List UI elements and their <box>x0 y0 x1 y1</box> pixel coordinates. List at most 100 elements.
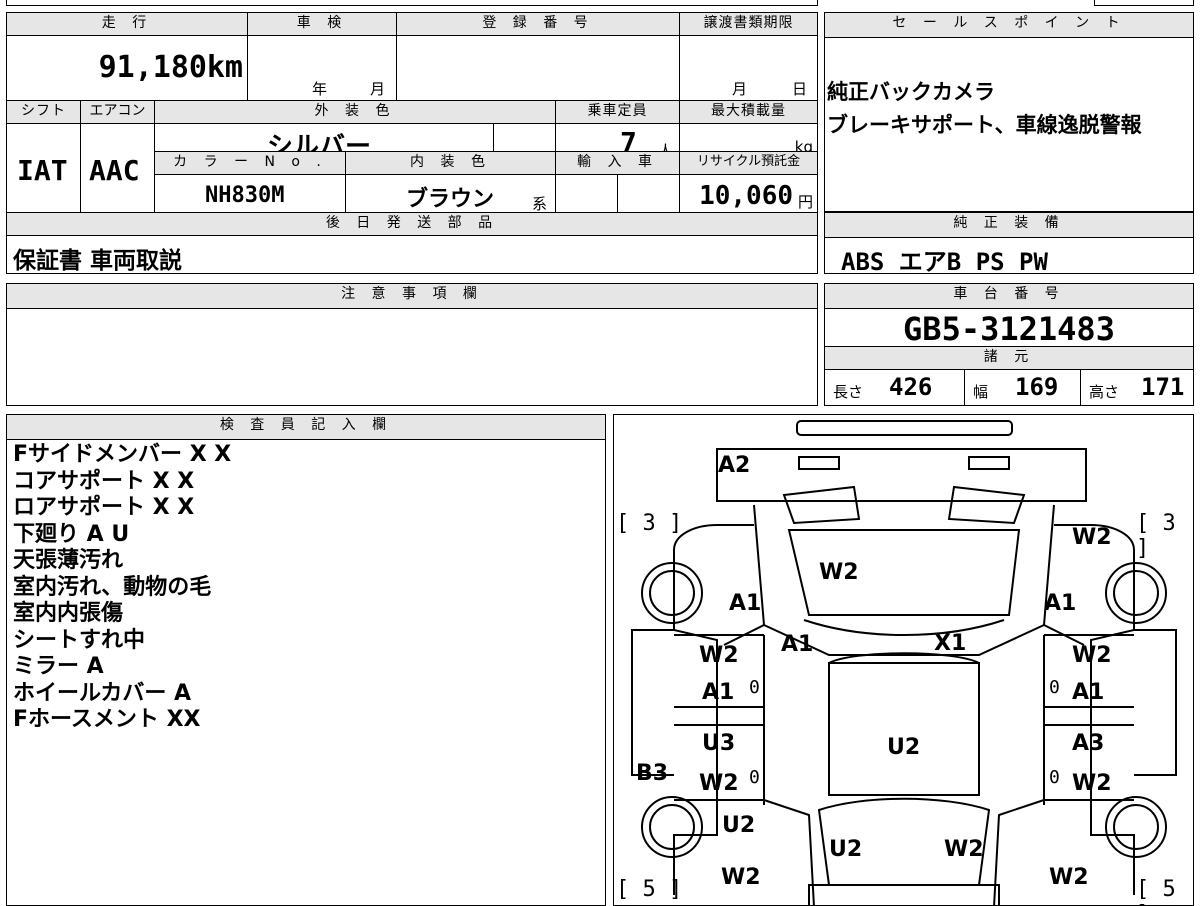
mark-a1-front-left: A1 <box>729 591 762 616</box>
remark-line: シートすれ中 <box>13 627 146 653</box>
top-strip <box>6 0 818 6</box>
recycle-header: リサイクル預託金 <box>679 151 818 175</box>
mark-w2-rear-door-left: W2 <box>699 771 739 796</box>
inspector-remarks: Fサイドメンバー X X コアサポート X X ロアサポート X X 下廻り A… <box>7 440 605 734</box>
color-no-cell: NH830M <box>154 174 346 213</box>
import-cell-b <box>617 174 680 213</box>
interior-suffix: 系 <box>532 195 548 213</box>
transfer-header: 譲渡書類期限 <box>679 12 818 36</box>
remark-line: 室内内張傷 <box>13 601 124 626</box>
bracket-bottom-left: [ 5 ] <box>616 877 683 902</box>
mark-zero: 0 <box>749 677 760 698</box>
mark-zero: 0 <box>749 767 760 788</box>
sales-point-header: セ ー ル ス ポ イ ン ト <box>825 13 1193 38</box>
remark-line: Fホースメント XX <box>13 707 201 732</box>
mark-a1-front-right: A1 <box>1044 591 1077 616</box>
mark-w2-hood: W2 <box>819 560 859 585</box>
recycle-unit: 円 <box>797 193 813 211</box>
inspection-year-unit: 年 <box>312 80 328 98</box>
mileage-unit: km <box>206 50 243 85</box>
mark-x1-cowl: X1 <box>934 631 967 656</box>
length-cell: 長さ 426 <box>825 369 965 405</box>
shift-cell: IAT <box>6 123 81 213</box>
sales-line: 純正バックカメラ <box>827 80 995 104</box>
mark-a1-front-door-right: A1 <box>1072 680 1105 705</box>
transfer-cell: 月 日 <box>679 35 818 101</box>
remark-line: ミラー A <box>13 654 104 679</box>
bracket-bottom-right: [ 5 ] <box>1136 877 1176 905</box>
width-cell: 幅 169 <box>965 369 1081 405</box>
equipment-panel: 純 正 装 備 ABS エアB PS PW <box>824 212 1194 276</box>
load-header: 最大積載量 <box>679 100 818 124</box>
chassis-header: 車 台 番 号 <box>825 284 1193 309</box>
recycle-cell: 10,060 円 <box>679 174 818 213</box>
mileage-value: 91,180 <box>98 50 207 85</box>
sales-point-panel: セ ー ル ス ポ イ ン ト 純正バックカメラ ブレーキサポート、車線逸脱警報 <box>824 12 1194 212</box>
registration-cell <box>396 35 680 101</box>
mark-w2-rear-right: W2 <box>1049 865 1089 890</box>
length-value: 426 <box>889 373 933 401</box>
width-value: 169 <box>1015 373 1059 401</box>
notes-panel: 注 意 事 項 欄 <box>6 283 818 406</box>
height-value: 171 <box>1141 373 1185 401</box>
remark-line: 天張薄汚れ <box>13 548 124 573</box>
mark-u2-rear-left: U2 <box>722 813 756 838</box>
inspection-cell: 年 月 <box>247 35 397 101</box>
chassis-number: GB5-3121483 <box>903 310 1115 348</box>
shift-header: シフト <box>6 100 81 124</box>
car-diagram-panel: A2 W2 A1 A1 A1 X1 W2 W2 A1 0 W2 0 A1 U3 … <box>613 414 1194 906</box>
mark-w2-front-right: W2 <box>1072 525 1112 550</box>
bracket-top-left: [ 3 ] <box>616 511 683 536</box>
ac-value: AAC <box>89 154 140 187</box>
later-parts-cell: 保証書 車両取説 <box>6 235 818 274</box>
ac-cell: AAC <box>80 123 155 213</box>
interior-cell: ブラウン 系 <box>345 174 556 213</box>
mark-w2-front-door-right: W2 <box>1072 643 1112 668</box>
registration-header: 登 録 番 号 <box>396 12 680 36</box>
recycle-value: 10,060 <box>699 181 793 211</box>
sales-point-body: 純正バックカメラ ブレーキサポート、車線逸脱警報 <box>825 38 1193 142</box>
mark-w2-rear-door-right: W2 <box>1072 771 1112 796</box>
mark-u3-rear-door-left: U3 <box>702 731 736 756</box>
inspection-month-unit: 月 <box>370 80 386 98</box>
notes-header: 注 意 事 項 欄 <box>7 284 817 309</box>
height-cell: 高さ 171 <box>1081 369 1193 405</box>
later-parts-header: 後 日 発 送 部 品 <box>6 212 818 236</box>
remark-line: ホイールカバー A <box>13 680 192 706</box>
height-label: 高さ <box>1089 383 1120 401</box>
top-strip-right <box>1094 0 1194 6</box>
mark-a2: A2 <box>718 453 751 478</box>
equipment-header: 純 正 装 備 <box>825 213 1193 238</box>
mark-w2-rear-left: W2 <box>721 865 761 890</box>
import-cell-a <box>555 174 618 213</box>
mark-w2-front-door-left: W2 <box>699 643 739 668</box>
mark-b3: B3 <box>636 761 669 786</box>
exterior-header: 外 装 色 <box>154 100 556 124</box>
chassis-panel: 車 台 番 号 GB5-3121483 諸 元 長さ 426 幅 169 高さ … <box>824 283 1194 406</box>
remark-line: 下廻り A U <box>13 521 130 547</box>
interior-header: 内 装 色 <box>345 151 556 175</box>
mark-a3-rear-door-right: A3 <box>1072 731 1105 756</box>
remark-line: 室内汚れ、動物の毛 <box>13 574 212 600</box>
inspection-header: 車 検 <box>247 12 397 36</box>
inspector-panel: 検 査 員 記 入 欄 Fサイドメンバー X X コアサポート X X ロアサポ… <box>6 414 606 906</box>
transfer-month-unit: 月 <box>732 80 748 98</box>
remark-line: コアサポート X X <box>13 468 195 494</box>
ac-header: エアコン <box>80 100 155 124</box>
equipment-value: ABS エアB PS PW <box>841 248 1048 276</box>
width-label: 幅 <box>973 383 989 401</box>
later-parts-value: 保証書 車両取説 <box>13 248 183 274</box>
color-no-header: カ ラ ー N o . <box>154 151 346 175</box>
remark-line: Fサイドメンバー X X <box>13 442 232 467</box>
mark-zero: 0 <box>1049 677 1060 698</box>
mark-a1-cowl: A1 <box>781 632 814 657</box>
inspector-header: 検 査 員 記 入 欄 <box>7 415 605 440</box>
mark-u2-roof: U2 <box>887 735 921 760</box>
shift-value: IAT <box>17 154 68 187</box>
interior-value: ブラウン <box>406 187 495 212</box>
mileage-cell: 91,180 km <box>6 35 248 101</box>
mark-a1-front-door-left: A1 <box>702 680 735 705</box>
mileage-header: 走 行 <box>6 12 248 36</box>
capacity-header: 乗車定員 <box>555 100 680 124</box>
mark-u2-trunk: U2 <box>829 837 863 862</box>
